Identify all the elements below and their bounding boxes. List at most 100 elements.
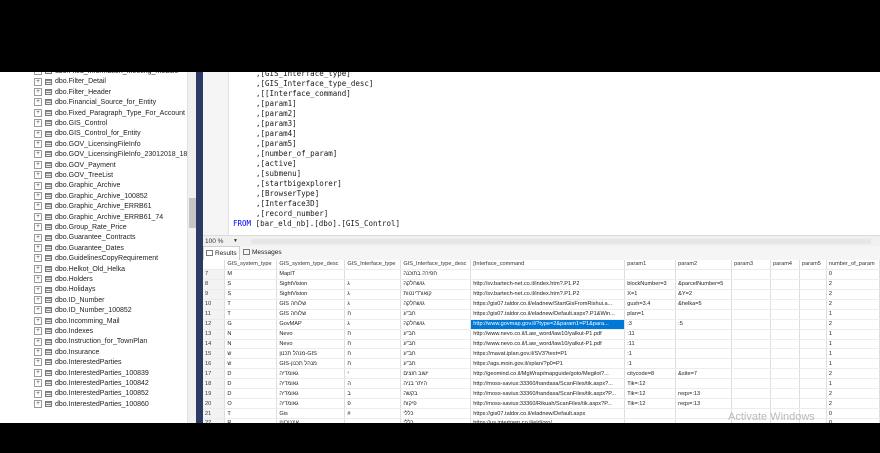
table-cell[interactable]: מנהל תכנון-GIS <box>276 348 346 360</box>
table-cell[interactable]: S <box>224 289 278 300</box>
table-cell[interactable] <box>799 279 827 290</box>
table-cell[interactable]: https://ags.moin.gov.il/xplan/?p0=P1 <box>470 358 626 370</box>
table-cell[interactable]: ג <box>344 289 402 300</box>
table-row[interactable]: 16 ש GIS-מנהל תכנון ח חב"ע https://ags.moin.g… <box>203 358 880 370</box>
table-cell[interactable]: Nevo <box>276 339 346 350</box>
table-cell[interactable]: http://www.govmap.gov.il/?type=2&param1=… <box>470 319 626 330</box>
table-cell[interactable]: ח <box>344 358 402 370</box>
expand-icon[interactable]: + <box>34 139 42 148</box>
column-header[interactable]: GIS_Interface_type_desc <box>400 260 472 270</box>
column-header[interactable]: GIS_Interface_type <box>344 260 402 270</box>
table-cell[interactable] <box>770 299 800 310</box>
table-cell[interactable] <box>731 329 771 340</box>
expand-icon[interactable]: + <box>34 129 42 138</box>
table-cell[interactable]: 1 <box>826 358 880 370</box>
tab-results[interactable]: Results <box>203 246 240 261</box>
table-cell[interactable]: :11 <box>624 339 677 350</box>
table-cell[interactable]: 2 <box>826 388 880 400</box>
table-cell[interactable]: X=1 <box>624 289 677 300</box>
column-header[interactable]: GIS_system_type <box>224 260 278 270</box>
column-header[interactable]: param1 <box>624 260 677 270</box>
column-header[interactable]: param5 <box>799 260 827 270</box>
tree-item[interactable]: + dbo.Financial_Source_for_Entity <box>34 98 156 108</box>
tree-item[interactable]: + dbo.Instruction_for_TownPlan <box>34 337 147 347</box>
table-row[interactable]: 13 N Nevo ח חב"ע http://www.nevo.co.il/Law_wo… <box>203 329 880 340</box>
table-cell[interactable]: קואורדינטות <box>400 289 472 300</box>
tab-messages[interactable]: Messages <box>241 246 284 260</box>
table-cell[interactable] <box>799 289 827 300</box>
table-cell[interactable]: T <box>224 408 278 419</box>
table-cell[interactable]: 0 <box>826 418 880 423</box>
table-cell[interactable]: :3 <box>624 319 677 330</box>
row-number[interactable]: 12 <box>203 319 226 330</box>
tree-item[interactable]: + dbo.Graphic_Archive_ERRB61_74 <box>34 212 163 223</box>
table-cell[interactable]: גאומדיה <box>276 388 346 400</box>
table-cell[interactable]: י <box>344 368 402 380</box>
column-header[interactable]: [Interface_command <box>470 260 626 270</box>
table-row[interactable]: 11 T GIS שלוחה ח חב"ע https://gis07.taldor.co… <box>203 309 880 320</box>
table-cell[interactable]: 1 <box>826 339 880 350</box>
tree-item[interactable]: + dbo.Graphic_Archive_100852 <box>34 191 148 202</box>
table-cell[interactable] <box>675 418 733 423</box>
table-cell[interactable]: ג <box>344 299 402 310</box>
table-cell[interactable] <box>770 378 800 390</box>
expand-icon[interactable]: + <box>34 108 42 117</box>
table-cell[interactable]: גאומדיה <box>276 398 346 410</box>
expand-icon[interactable]: + <box>34 264 42 273</box>
table-cell[interactable] <box>624 408 677 419</box>
table-cell[interactable] <box>770 269 800 280</box>
table-cell[interactable]: 2 <box>826 319 880 330</box>
row-number[interactable]: 7 <box>203 269 226 280</box>
table-cell[interactable] <box>470 269 626 280</box>
column-header[interactable]: param4 <box>770 260 800 270</box>
expand-icon[interactable]: + <box>34 347 42 356</box>
table-row[interactable]: 12 G GovMAP ג גושחלקה http://www.govmap.gov.i… <box>203 319 880 330</box>
table-cell[interactable]: http://sv.bartech-net.co.il/index.htm?.P… <box>470 289 626 300</box>
table-cell[interactable] <box>731 358 771 370</box>
table-cell[interactable]: Gis <box>276 408 346 419</box>
table-cell[interactable] <box>799 348 827 360</box>
tree-item[interactable]: + dbo.GOV_Payment <box>34 160 116 171</box>
table-cell[interactable] <box>799 388 827 400</box>
table-cell[interactable] <box>799 378 827 390</box>
table-cell[interactable]: חב"ע <box>400 358 472 370</box>
table-cell[interactable]: MapIT <box>276 269 346 280</box>
table-cell[interactable]: http://sv.bartech-net.co.il/index.htm?.P… <box>470 279 626 290</box>
table-cell[interactable]: ש <box>224 348 278 360</box>
table-cell[interactable] <box>731 289 771 300</box>
table-cell[interactable]: https://gis07.taldor.co.il/eladnew/Defau… <box>470 309 626 320</box>
row-number[interactable]: 11 <box>203 309 226 320</box>
row-number[interactable]: 15 <box>203 348 226 360</box>
tree-item[interactable]: + dbo.InterestedParties <box>34 358 122 368</box>
table-cell[interactable]: T <box>224 309 278 320</box>
row-number[interactable]: 14 <box>203 339 226 350</box>
table-cell[interactable] <box>731 299 771 310</box>
table-cell[interactable] <box>799 368 827 380</box>
tree-item[interactable]: + dbo.GOV_TreeList <box>34 171 113 181</box>
expand-icon[interactable]: + <box>34 77 42 86</box>
table-cell[interactable]: 2 <box>826 398 880 410</box>
table-cell[interactable]: ג <box>344 319 402 330</box>
table-cell[interactable] <box>731 348 771 360</box>
table-cell[interactable]: GovMAP <box>276 319 346 330</box>
table-cell[interactable]: כללי <box>400 408 472 419</box>
table-cell[interactable] <box>799 329 827 340</box>
expand-icon[interactable]: + <box>34 295 42 304</box>
table-cell[interactable]: :5 <box>675 319 733 330</box>
table-cell[interactable]: &helka=5 <box>675 299 733 310</box>
tree-item[interactable]: + dbo.InterestedParties_100860 <box>34 399 149 410</box>
table-cell[interactable] <box>770 348 800 360</box>
table-cell[interactable]: :11 <box>624 329 677 340</box>
expand-icon[interactable]: + <box>34 285 42 294</box>
table-cell[interactable] <box>799 339 827 350</box>
expand-icon[interactable]: + <box>34 337 42 346</box>
table-cell[interactable]: 0 <box>826 269 880 280</box>
table-cell[interactable]: G <box>224 319 278 330</box>
row-number[interactable]: 16 <box>203 358 226 370</box>
table-cell[interactable] <box>675 378 733 390</box>
table-cell[interactable]: gush=3.4 <box>624 299 677 310</box>
tree-item[interactable]: + dbo.InterestedParties_100852 <box>34 389 149 399</box>
column-header[interactable]: GIS_system_type_desc <box>276 260 346 270</box>
expand-icon[interactable]: + <box>34 306 42 315</box>
expand-icon[interactable]: + <box>34 243 42 252</box>
